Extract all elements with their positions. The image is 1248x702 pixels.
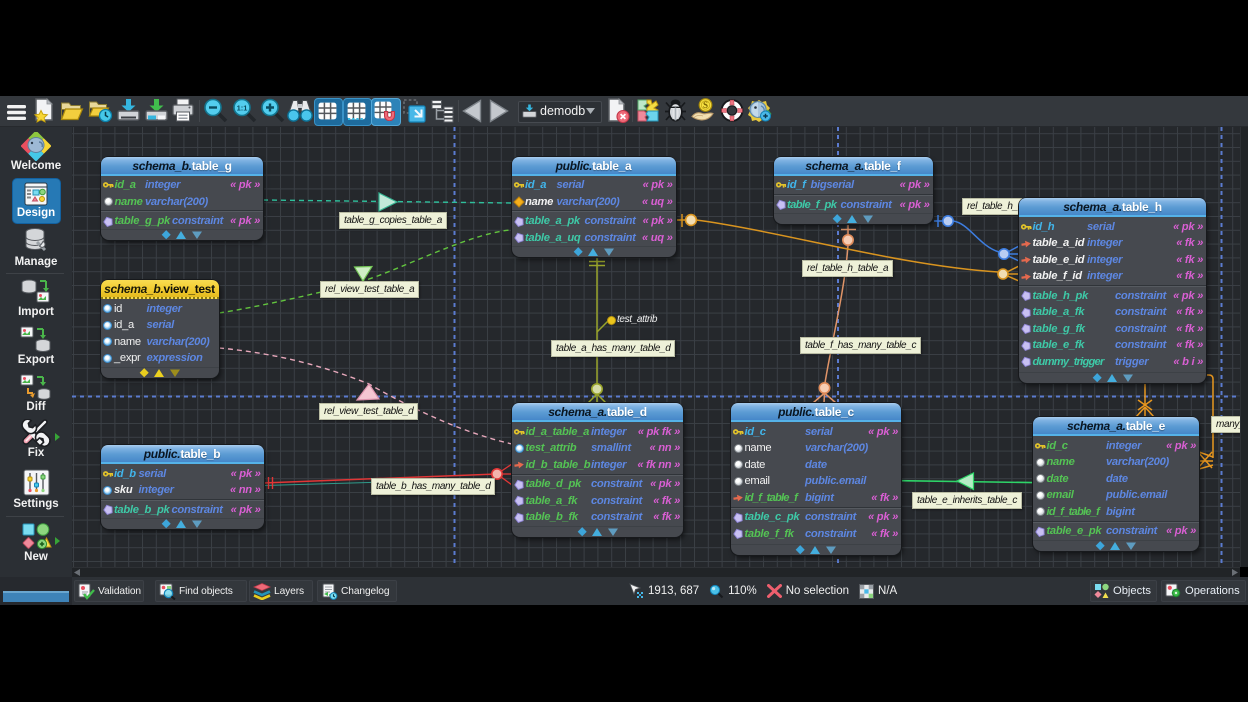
svg-text:S: S: [703, 100, 708, 110]
svg-text:1:1: 1:1: [237, 103, 248, 112]
